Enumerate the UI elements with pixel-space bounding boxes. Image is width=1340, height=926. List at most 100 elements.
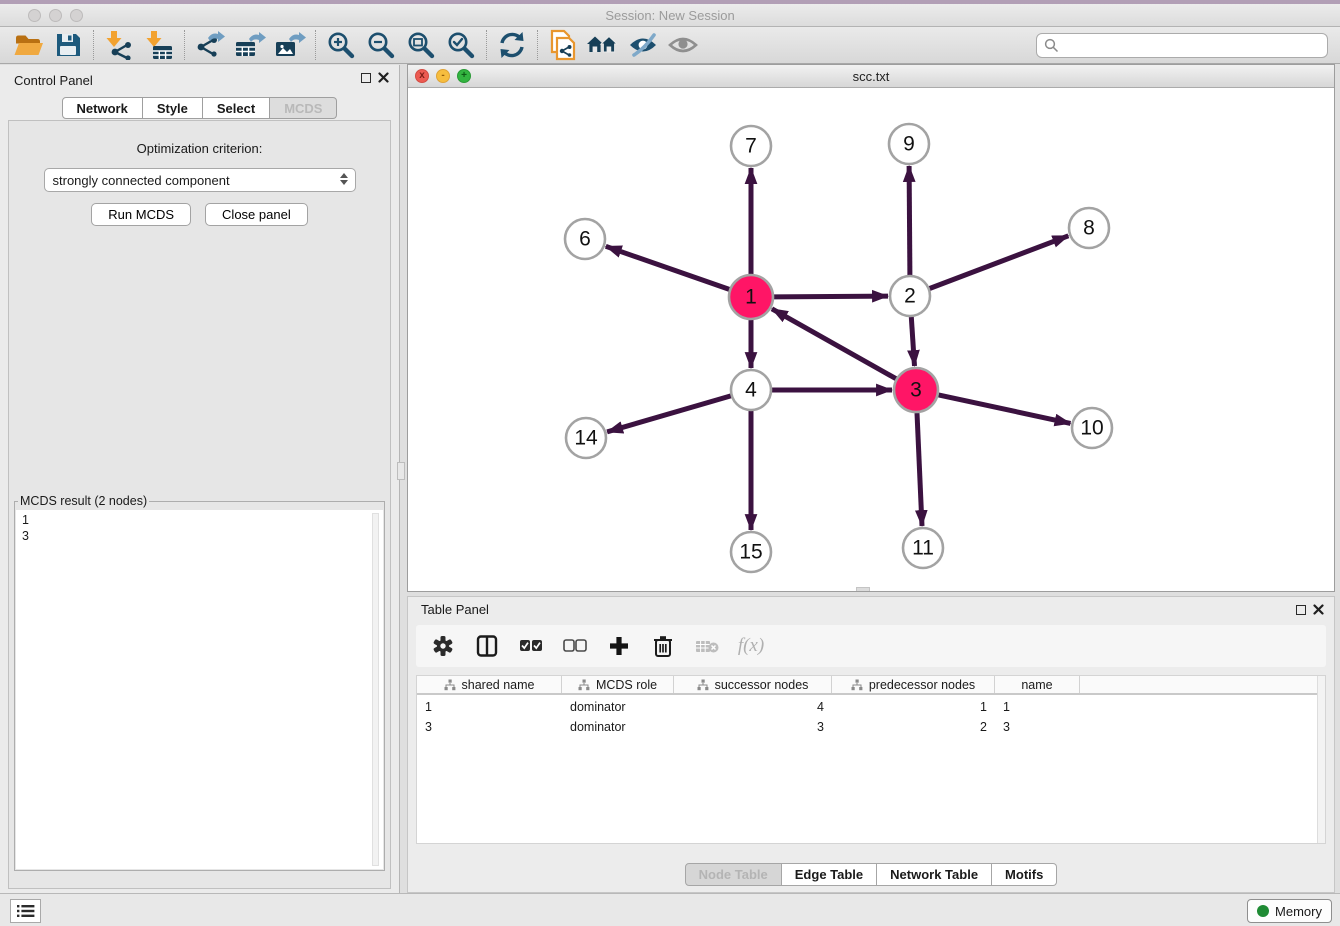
mcds-panel-body: Optimization criterion: strongly connect… [8, 120, 391, 889]
tab-network-table[interactable]: Network Table [877, 863, 992, 886]
delete-column-icon[interactable] [650, 633, 676, 659]
maximize-window-icon[interactable] [70, 9, 83, 22]
graph-edge-3-1[interactable] [772, 309, 896, 379]
zoom-fit-icon[interactable] [401, 28, 441, 62]
cell-shared-name[interactable]: 3 [417, 720, 562, 734]
graph-edge-2-8[interactable] [930, 236, 1069, 289]
column-header-shared-name[interactable]: shared name [417, 676, 562, 693]
column-header-mcds-role[interactable]: MCDS role [562, 676, 674, 693]
zoom-out-icon[interactable] [361, 28, 401, 62]
table-row[interactable]: 3 dominator 3 2 3 [417, 719, 1325, 735]
close-table-panel-icon[interactable] [1313, 604, 1324, 615]
column-header-successor-nodes[interactable]: successor nodes [674, 676, 832, 693]
task-history-button[interactable] [10, 899, 41, 923]
close-panel-button[interactable]: Close panel [205, 203, 308, 226]
delete-table-icon [694, 633, 720, 659]
graph-edge-1-6[interactable] [606, 246, 730, 289]
toolbar-separator [315, 30, 316, 60]
close-window-icon[interactable] [28, 9, 41, 22]
result-scrollbar[interactable] [372, 513, 379, 866]
cell-shared-name[interactable]: 1 [417, 700, 562, 714]
column-header-name[interactable]: name [995, 676, 1080, 693]
tab-mcds[interactable]: MCDS [270, 97, 337, 119]
cell-successor-nodes[interactable]: 4 [674, 700, 832, 714]
graph-node-label: 11 [912, 537, 934, 560]
network-close-icon[interactable]: x [415, 69, 429, 83]
tab-network[interactable]: Network [62, 97, 143, 119]
home-views-icon[interactable] [583, 28, 623, 62]
run-mcds-button[interactable]: Run MCDS [91, 203, 191, 226]
deselect-all-columns-icon[interactable] [562, 633, 588, 659]
graph-edge-1-2[interactable] [774, 296, 888, 297]
refresh-view-icon[interactable] [492, 28, 532, 62]
graph-node-label: 9 [903, 133, 915, 156]
graph-node-label: 3 [910, 379, 922, 402]
toolbar-separator [93, 30, 94, 60]
add-column-icon[interactable] [606, 633, 632, 659]
mcds-result-legend: MCDS result (2 nodes) [18, 494, 149, 508]
graph-edge-3-10[interactable] [939, 395, 1071, 424]
tab-node-table[interactable]: Node Table [685, 863, 782, 886]
network-window-titlebar[interactable]: x - + scc.txt [408, 65, 1334, 88]
window-controls[interactable] [28, 9, 83, 22]
export-image-icon[interactable] [270, 28, 310, 62]
minimize-window-icon[interactable] [49, 9, 62, 22]
tab-motifs[interactable]: Motifs [992, 863, 1057, 886]
network-minimize-icon[interactable]: - [436, 69, 450, 83]
tab-select[interactable]: Select [203, 97, 270, 119]
zoom-selected-icon[interactable] [441, 28, 481, 62]
cell-successor-nodes[interactable]: 3 [674, 720, 832, 734]
copy-network-icon[interactable] [543, 28, 583, 62]
import-network-icon[interactable] [99, 28, 139, 62]
cell-predecessor-nodes[interactable]: 1 [832, 700, 995, 714]
graph-edge-2-9[interactable] [909, 166, 910, 275]
app-titlebar: Session: New Session [0, 0, 1340, 27]
vertical-splitter-handle[interactable] [397, 462, 405, 480]
table-row[interactable]: 1 dominator 4 1 1 [417, 699, 1325, 715]
show-graphics-eye-icon[interactable] [663, 28, 703, 62]
tab-edge-table[interactable]: Edge Table [782, 863, 877, 886]
close-panel-icon[interactable] [378, 72, 389, 83]
mcds-result-text[interactable]: 1 3 [16, 510, 383, 869]
cell-mcds-role[interactable]: dominator [562, 700, 674, 714]
zoom-in-icon[interactable] [321, 28, 361, 62]
network-canvas[interactable]: 1234678910111415 [408, 88, 1334, 591]
settings-gear-icon[interactable] [430, 633, 456, 659]
graph-node-label: 8 [1083, 217, 1095, 240]
search-field[interactable] [1036, 33, 1328, 58]
table-toolbar: f(x) [416, 625, 1326, 667]
cell-name[interactable]: 1 [995, 700, 1080, 714]
mcds-result-box: MCDS result (2 nodes) 1 3 [14, 494, 385, 871]
save-session-icon[interactable] [48, 28, 88, 62]
criterion-dropdown[interactable]: strongly connected component [44, 168, 356, 192]
float-panel-icon[interactable] [361, 73, 371, 83]
graph-edge-2-3[interactable] [911, 317, 914, 366]
open-session-icon[interactable] [8, 28, 48, 62]
cell-name[interactable]: 3 [995, 720, 1080, 734]
export-network-icon[interactable] [190, 28, 230, 62]
cell-mcds-role[interactable]: dominator [562, 720, 674, 734]
control-panel-title: Control Panel [14, 73, 93, 88]
search-icon [1044, 38, 1059, 53]
tab-style[interactable]: Style [143, 97, 203, 119]
network-window-title: scc.txt [853, 69, 890, 84]
control-panel-tabs: Network Style Select MCDS [0, 97, 399, 119]
graph-node-label: 4 [745, 379, 757, 402]
select-all-columns-icon[interactable] [518, 633, 544, 659]
app-title: Session: New Session [605, 8, 734, 23]
table-scrollbar[interactable] [1317, 676, 1325, 843]
network-maximize-icon[interactable]: + [457, 69, 471, 83]
show-columns-icon[interactable] [474, 633, 500, 659]
cell-predecessor-nodes[interactable]: 2 [832, 720, 995, 734]
toolbar-separator [184, 30, 185, 60]
hide-panels-eye-icon[interactable] [623, 28, 663, 62]
memory-button[interactable]: Memory [1247, 899, 1332, 923]
import-table-icon[interactable] [139, 28, 179, 62]
export-table-icon[interactable] [230, 28, 270, 62]
graph-edge-3-11[interactable] [917, 413, 922, 526]
column-header-predecessor-nodes[interactable]: predecessor nodes [832, 676, 995, 693]
search-input[interactable] [1064, 38, 1320, 53]
horizontal-splitter-handle[interactable] [856, 587, 870, 591]
graph-edge-4-14[interactable] [607, 396, 731, 432]
float-table-panel-icon[interactable] [1296, 605, 1306, 615]
